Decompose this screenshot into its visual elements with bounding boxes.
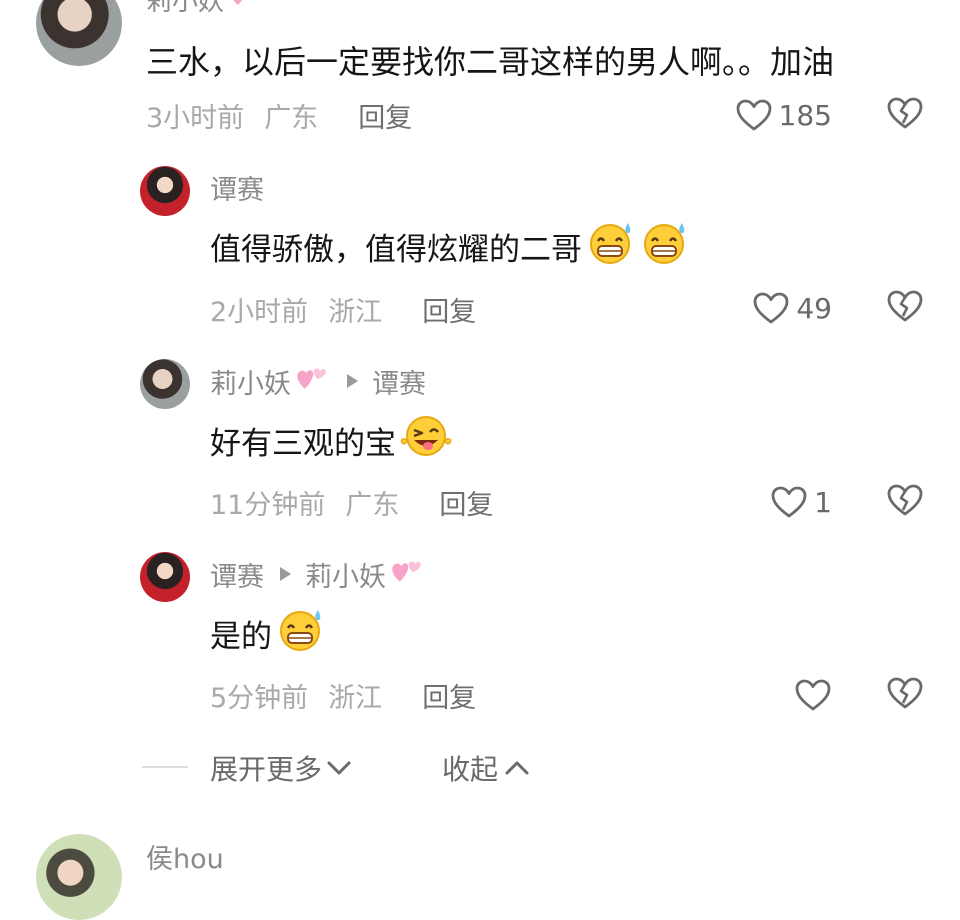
reply-2-text: 好有三观的宝 bbox=[210, 416, 458, 464]
reply-1-text: 值得骄傲，值得炫耀的二哥 bbox=[210, 222, 690, 270]
heart-outline-icon bbox=[736, 99, 771, 131]
comment-text: 是的 bbox=[210, 618, 272, 655]
reply-button[interactable]: 回复 bbox=[422, 290, 476, 329]
author-name: 莉小妖 bbox=[210, 368, 291, 400]
author-name: 谭赛 bbox=[210, 174, 264, 206]
triangle-right-icon bbox=[280, 567, 291, 581]
pink-hearts-icon bbox=[388, 555, 426, 594]
author-name: 谭赛 bbox=[210, 561, 264, 593]
dislike-button[interactable] bbox=[886, 483, 926, 521]
comment-location: 广东 bbox=[345, 489, 400, 521]
next-comment-author[interactable]: 侯hou bbox=[146, 838, 224, 875]
comment-time: 3小时前 bbox=[146, 102, 245, 134]
reply-to-name[interactable]: 谭赛 bbox=[372, 362, 426, 401]
grinning-sweat-emoji bbox=[586, 219, 636, 273]
comment-location: 广东 bbox=[264, 102, 319, 134]
top-comment-text: 三水，以后一定要找你二哥这样的男人啊。。加油 bbox=[146, 38, 834, 82]
like-button[interactable]: 185 bbox=[720, 94, 832, 136]
top-comment-author[interactable]: 莉小妖 bbox=[146, 0, 260, 17]
like-count: 1 bbox=[814, 485, 832, 519]
pink-hearts-icon bbox=[228, 0, 260, 16]
collapse-button[interactable]: 收起 bbox=[442, 748, 530, 788]
broken-heart-icon bbox=[887, 484, 923, 516]
author-name: 侯hou bbox=[146, 843, 224, 875]
comment-time: 2小时前 bbox=[210, 296, 309, 328]
comment-location: 浙江 bbox=[328, 682, 383, 714]
avatar-top-commenter[interactable] bbox=[36, 0, 122, 66]
comment-time: 5分钟前 bbox=[210, 682, 309, 714]
like-count: 49 bbox=[796, 291, 832, 325]
reply-1-author[interactable]: 谭赛 bbox=[210, 170, 264, 206]
comment-text: 值得骄傲，值得炫耀的二哥 bbox=[210, 231, 582, 268]
dislike-button[interactable] bbox=[886, 289, 926, 327]
triangle-right-icon bbox=[347, 374, 358, 388]
comment-location: 浙江 bbox=[328, 296, 383, 328]
reply-button[interactable]: 回复 bbox=[358, 96, 412, 135]
dislike-button[interactable] bbox=[886, 96, 926, 134]
avatar-reply-3[interactable] bbox=[140, 552, 190, 602]
reply-3-meta: 5分钟前 浙江 回复 bbox=[210, 676, 476, 714]
top-comment-meta: 3小时前 广东 回复 bbox=[146, 96, 412, 134]
expand-more-button[interactable]: 展开更多 bbox=[210, 748, 352, 788]
heart-outline-icon bbox=[771, 486, 807, 518]
expand-more-label: 展开更多 bbox=[210, 753, 323, 786]
reply-button[interactable]: 回复 bbox=[439, 483, 493, 522]
reply-2-author[interactable]: 莉小妖 谭赛 bbox=[210, 362, 426, 401]
chevron-up-icon bbox=[505, 761, 529, 775]
dislike-button[interactable] bbox=[886, 676, 926, 714]
broken-heart-icon bbox=[887, 677, 923, 709]
reply-button[interactable]: 回复 bbox=[422, 676, 476, 715]
broken-heart-icon bbox=[887, 97, 923, 129]
comment-text: 三水，以后一定要找你二哥这样的男人啊。。加油 bbox=[146, 43, 835, 81]
comment-text: 好有三观的宝 bbox=[210, 425, 396, 462]
winking-tongue-emoji bbox=[398, 412, 458, 468]
comment-time: 11分钟前 bbox=[210, 489, 326, 521]
broken-heart-icon bbox=[887, 290, 923, 322]
like-count: 185 bbox=[778, 98, 832, 132]
divider-line bbox=[142, 766, 188, 768]
pink-hearts-icon bbox=[293, 362, 331, 401]
reply-1-meta: 2小时前 浙江 回复 bbox=[210, 290, 476, 328]
avatar-reply-1[interactable] bbox=[140, 166, 190, 216]
chevron-down-icon bbox=[327, 761, 351, 775]
avatar-next-commenter[interactable] bbox=[36, 834, 122, 920]
collapse-label: 收起 bbox=[442, 753, 499, 786]
grinning-sweat-emoji bbox=[640, 219, 690, 273]
like-button[interactable]: 1 bbox=[720, 481, 832, 523]
reply-3-author[interactable]: 谭赛 莉小妖 bbox=[210, 555, 426, 594]
avatar-reply-2[interactable] bbox=[140, 359, 190, 409]
like-button[interactable] bbox=[720, 674, 832, 716]
reply-2-meta: 11分钟前 广东 回复 bbox=[210, 483, 493, 521]
reply-to-name[interactable]: 莉小妖 bbox=[305, 555, 386, 594]
grinning-sweat-emoji bbox=[276, 606, 326, 660]
author-name: 莉小妖 bbox=[146, 0, 225, 17]
heart-outline-icon bbox=[795, 679, 831, 711]
like-button[interactable]: 49 bbox=[720, 287, 832, 329]
heart-outline-icon bbox=[753, 292, 789, 324]
reply-3-text: 是的 bbox=[210, 608, 326, 658]
